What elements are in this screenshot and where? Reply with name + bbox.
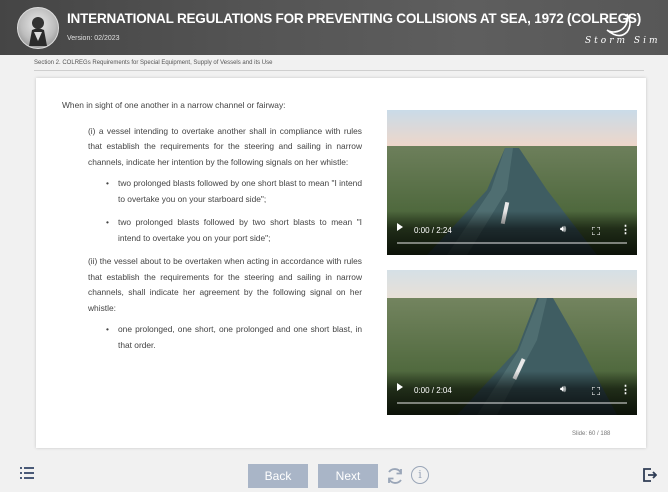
back-button[interactable]: Back (248, 464, 308, 488)
list-item: two prolonged blasts followed by one sho… (106, 176, 362, 207)
paragraph-i: (i) a vessel intending to overtake anoth… (88, 125, 362, 167)
exit-icon[interactable] (643, 468, 657, 482)
volume-icon[interactable]: 🔊︎ (560, 384, 566, 395)
fullscreen-icon[interactable] (592, 227, 600, 235)
app-header: INTERNATIONAL REGULATIONS FOR PREVENTING… (0, 0, 668, 55)
list-item: one prolonged, one short, one prolonged … (106, 322, 362, 353)
list-item: two prolonged blasts followed by two sho… (106, 215, 362, 246)
menu-icon[interactable] (20, 467, 34, 479)
logo (17, 7, 59, 49)
more-options-icon[interactable]: ⋮ (620, 383, 631, 396)
play-icon[interactable] (397, 223, 403, 231)
section-breadcrumb: Section 2. COLREGs Requirements for Spec… (34, 60, 273, 66)
signal-list-2: one prolonged, one short, one prolonged … (62, 322, 362, 353)
video-time: 0:00 / 2:24 (414, 226, 452, 235)
more-options-icon[interactable]: ⋮ (620, 223, 631, 236)
divider (34, 70, 644, 71)
next-button[interactable]: Next (318, 464, 378, 488)
slide-counter: Slide: 60 / 188 (572, 431, 611, 437)
play-icon[interactable] (397, 383, 403, 391)
video-player-1[interactable]: 0:00 / 2:24 🔊︎ ⋮ (387, 110, 637, 255)
video-controls: 0:00 / 2:24 🔊︎ ⋮ (387, 211, 637, 255)
page-title: INTERNATIONAL REGULATIONS FOR PREVENTING… (67, 11, 641, 26)
video-player-2[interactable]: 0:00 / 2:04 🔊︎ ⋮ (387, 270, 637, 415)
video-progress-bar[interactable] (397, 242, 627, 244)
fullscreen-icon[interactable] (592, 387, 600, 395)
video-progress-bar[interactable] (397, 402, 627, 404)
video-time: 0:00 / 2:04 (414, 386, 452, 395)
refresh-icon[interactable] (385, 466, 405, 486)
brand-name: Storm Sim (585, 36, 661, 46)
version-label: Version: 02/2023 (67, 35, 120, 42)
paragraph-ii: (ii) the vessel about to be overtaken wh… (88, 256, 362, 313)
info-icon[interactable]: i (411, 466, 429, 484)
signal-list-1: two prolonged blasts followed by one sho… (62, 176, 362, 246)
volume-icon[interactable]: 🔊︎ (560, 224, 566, 235)
intro-text: When in sight of one another in a narrow… (62, 100, 286, 110)
lesson-text: When in sight of one another in a narrow… (62, 98, 362, 353)
video-controls: 0:00 / 2:04 🔊︎ ⋮ (387, 371, 637, 415)
